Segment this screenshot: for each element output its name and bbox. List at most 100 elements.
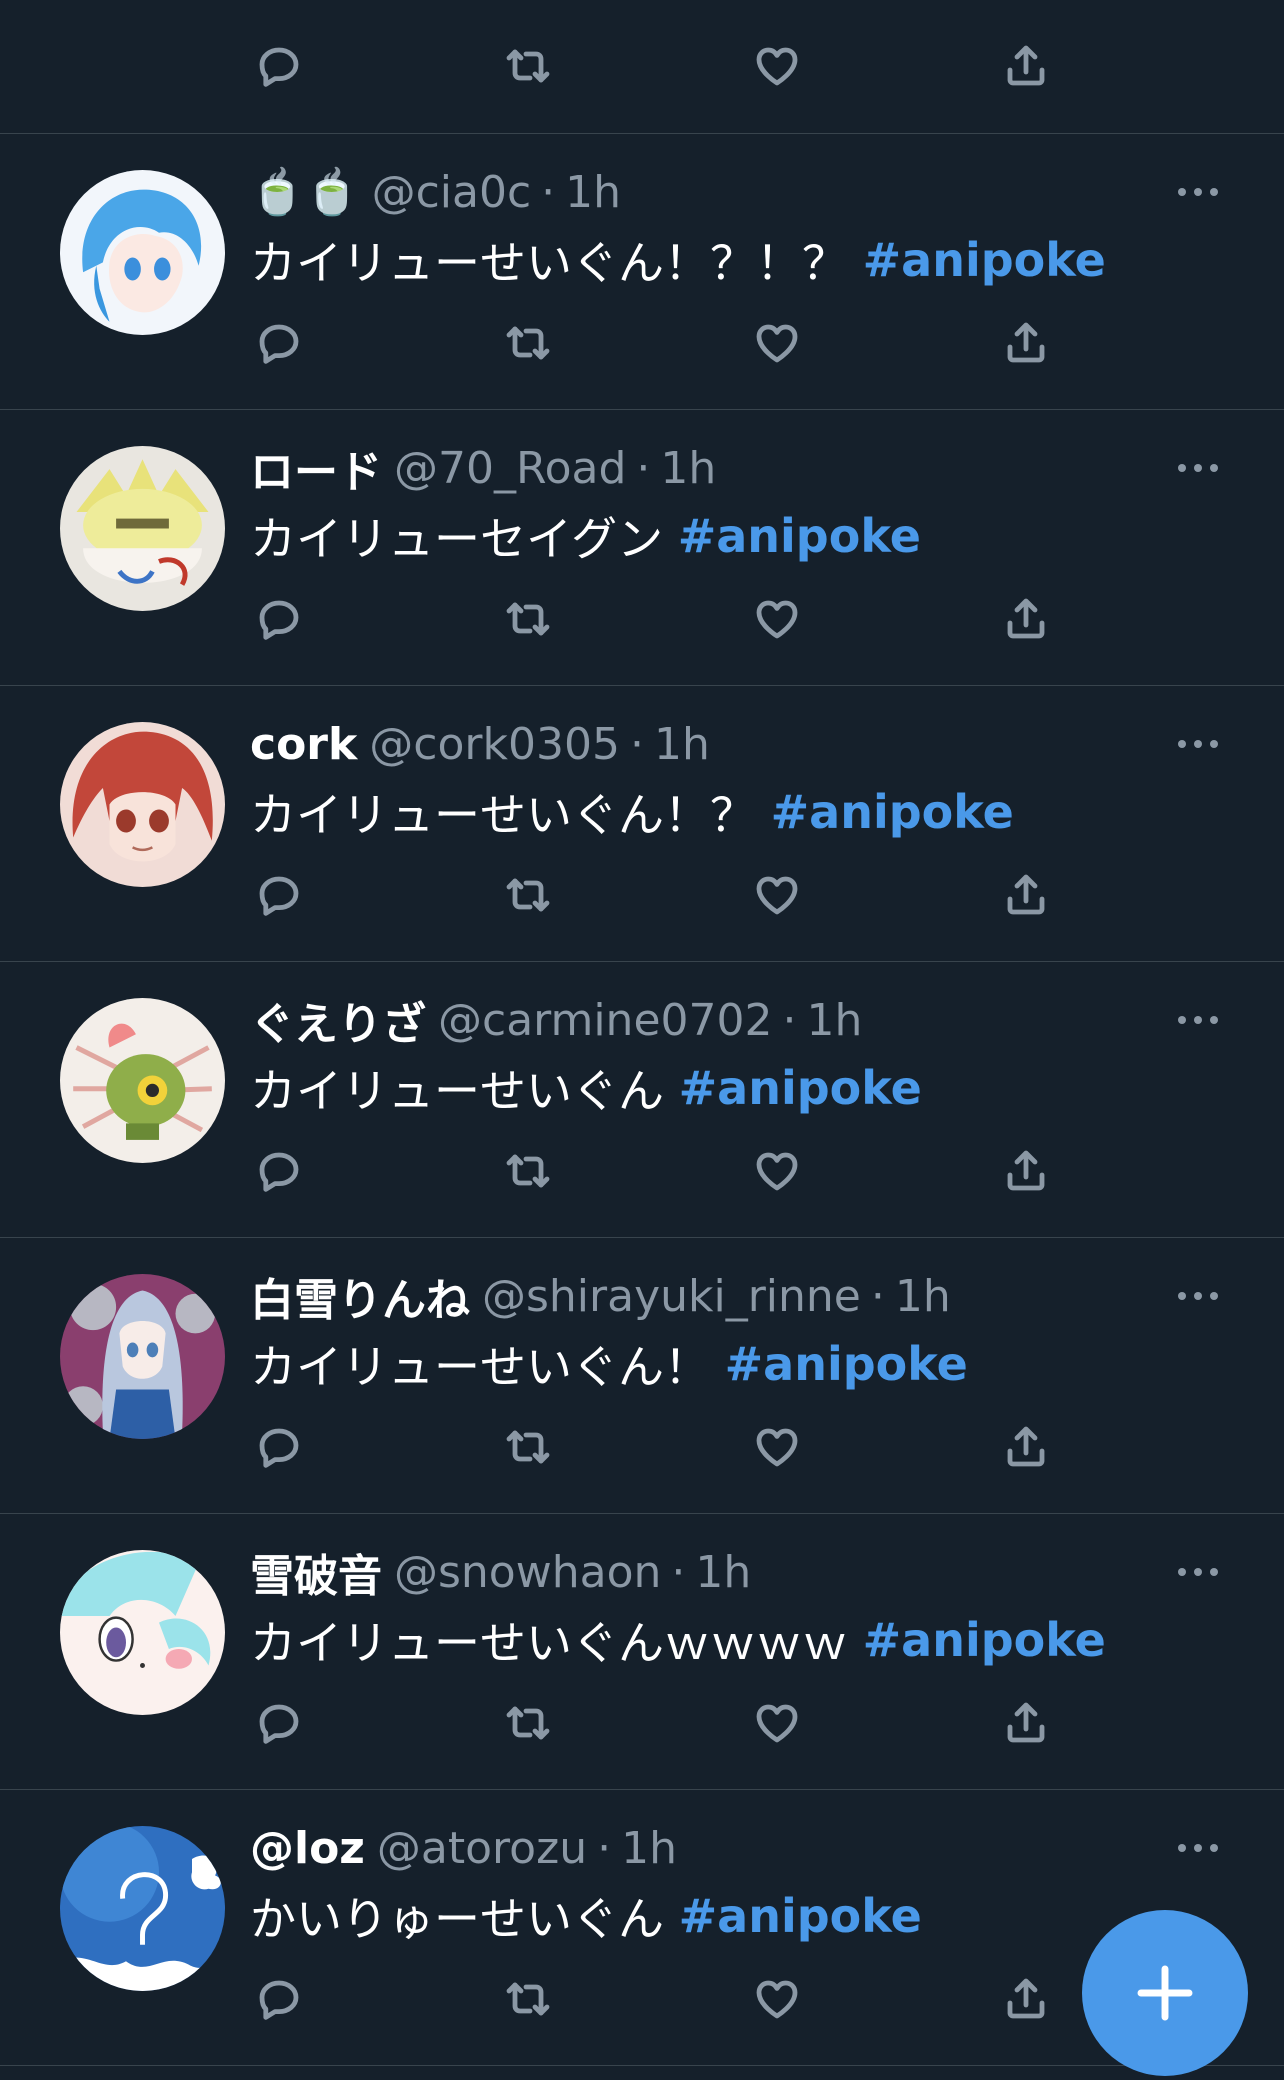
avatar[interactable]	[60, 1550, 225, 1715]
separator-dot: ·	[636, 442, 651, 494]
avatar[interactable]	[60, 446, 225, 611]
timestamp[interactable]: 1h	[895, 1271, 951, 1322]
avatar-image	[60, 998, 225, 1163]
display-name[interactable]: cork	[250, 719, 357, 770]
timestamp[interactable]: 1h	[695, 1547, 751, 1598]
avatar[interactable]	[60, 1826, 225, 1991]
user-handle[interactable]: @atorozu	[377, 1823, 587, 1874]
more-icon	[1178, 1016, 1218, 1024]
display-name[interactable]: ロード	[250, 436, 382, 500]
avatar[interactable]	[60, 170, 225, 335]
compose-tweet-button[interactable]	[1082, 1910, 1248, 2076]
tweet[interactable]: ロード @70_Road · 1h カイリューセイグン #anipoke	[0, 410, 1284, 686]
timestamp[interactable]: 1h	[621, 1823, 677, 1874]
more-options-button[interactable]	[1170, 724, 1226, 764]
tweet[interactable]: 🍵🍵 @cia0c · 1h カイリューせいぐん！？！？ #anipoke	[0, 134, 1284, 410]
retweet-button[interactable]	[500, 1971, 556, 2027]
retweet-button[interactable]	[500, 1143, 556, 1199]
more-options-button[interactable]	[1170, 1552, 1226, 1592]
like-button[interactable]	[749, 591, 805, 647]
share-button[interactable]	[998, 38, 1054, 94]
timestamp[interactable]: 1h	[807, 995, 863, 1046]
display-name[interactable]: 白雪りんね	[250, 1264, 470, 1328]
more-options-button[interactable]	[1170, 1000, 1226, 1040]
retweet-button[interactable]	[500, 591, 556, 647]
retweet-icon	[506, 1154, 550, 1188]
hashtag-link[interactable]: #anipoke	[725, 1337, 968, 1391]
avatar[interactable]	[60, 1274, 225, 1439]
hashtag-link[interactable]: #anipoke	[863, 233, 1106, 287]
share-button[interactable]	[998, 591, 1054, 647]
more-options-button[interactable]	[1170, 1828, 1226, 1868]
display-name[interactable]: ぐえりざ	[250, 988, 426, 1052]
like-button[interactable]	[749, 1971, 805, 2027]
share-button[interactable]	[998, 1143, 1054, 1199]
user-handle[interactable]: @70_Road	[394, 443, 626, 494]
tweet-text: カイリューせいぐん！？！？ #anipoke	[250, 228, 1106, 292]
reply-button[interactable]	[251, 1971, 307, 2027]
reply-button[interactable]	[251, 1143, 307, 1199]
timestamp[interactable]: 1h	[660, 443, 716, 494]
more-options-button[interactable]	[1170, 448, 1226, 488]
like-button[interactable]	[749, 315, 805, 371]
avatar-image	[60, 1274, 225, 1439]
separator-dot: ·	[597, 1822, 612, 1874]
heart-icon	[756, 1980, 798, 2019]
reply-button[interactable]	[251, 1419, 307, 1475]
hashtag-link[interactable]: #anipoke	[771, 785, 1014, 839]
user-handle[interactable]: @carmine0702	[438, 995, 773, 1046]
hashtag-link[interactable]: #anipoke	[679, 1061, 922, 1115]
retweet-button[interactable]	[500, 867, 556, 923]
retweet-button[interactable]	[500, 1419, 556, 1475]
share-button[interactable]	[998, 315, 1054, 371]
retweet-button[interactable]	[500, 315, 556, 371]
like-button[interactable]	[749, 38, 805, 94]
reply-icon	[259, 324, 299, 364]
user-handle[interactable]: @snowhaon	[394, 1547, 661, 1598]
heart-icon	[756, 1152, 798, 1191]
reply-button[interactable]	[251, 867, 307, 923]
heart-icon	[756, 1428, 798, 1467]
reply-button[interactable]	[251, 591, 307, 647]
reply-button[interactable]	[251, 38, 307, 94]
more-options-button[interactable]	[1170, 172, 1226, 212]
more-options-button[interactable]	[1170, 1276, 1226, 1316]
display-name[interactable]: @loz	[250, 1823, 365, 1874]
user-handle[interactable]: @cork0305	[369, 719, 620, 770]
avatar[interactable]	[60, 722, 225, 887]
tweet-text: カイリューせいぐん！ #anipoke	[250, 1332, 968, 1396]
separator-dot: ·	[870, 1270, 885, 1322]
display-name[interactable]: 🍵🍵	[250, 166, 360, 218]
hashtag-link[interactable]: #anipoke	[678, 509, 921, 563]
tweet-header: cork @cork0305 · 1h	[250, 714, 710, 774]
retweet-button[interactable]	[500, 1695, 556, 1751]
tweet-header: 🍵🍵 @cia0c · 1h	[250, 162, 621, 222]
like-button[interactable]	[749, 867, 805, 923]
user-handle[interactable]: @cia0c	[372, 167, 532, 218]
separator-dot: ·	[671, 1546, 686, 1598]
share-button[interactable]	[998, 1971, 1054, 2027]
tweet[interactable]: 白雪りんね @shirayuki_rinne · 1h カイリューせいぐん！ #…	[0, 1238, 1284, 1514]
reply-button[interactable]	[251, 315, 307, 371]
like-button[interactable]	[749, 1419, 805, 1475]
tweet[interactable]: ぐえりざ @carmine0702 · 1h カイリューせいぐん #anipok…	[0, 962, 1284, 1238]
share-button[interactable]	[998, 867, 1054, 923]
timestamp[interactable]: 1h	[654, 719, 710, 770]
retweet-button[interactable]	[500, 38, 556, 94]
like-button[interactable]	[749, 1695, 805, 1751]
user-handle[interactable]: @shirayuki_rinne	[482, 1271, 861, 1322]
share-button[interactable]	[998, 1695, 1054, 1751]
hashtag-link[interactable]: #anipoke	[863, 1613, 1106, 1667]
share-button[interactable]	[998, 1419, 1054, 1475]
reply-button[interactable]	[251, 1695, 307, 1751]
display-name[interactable]: 雪破音	[250, 1540, 382, 1604]
avatar[interactable]	[60, 998, 225, 1163]
plus-icon	[1137, 1965, 1193, 2021]
like-button[interactable]	[749, 1143, 805, 1199]
tweet-text: カイリューせいぐん！？ #anipoke	[250, 780, 1014, 844]
tweet[interactable]: cork @cork0305 · 1h カイリューせいぐん！？ #anipoke	[0, 686, 1284, 962]
tweet[interactable]: 雪破音 @snowhaon · 1h カイリューせいぐんｗｗｗｗ #anipok…	[0, 1514, 1284, 1790]
hashtag-link[interactable]: #anipoke	[679, 1889, 922, 1943]
timestamp[interactable]: 1h	[565, 167, 621, 218]
tweet-text: カイリューせいぐんｗｗｗｗ #anipoke	[250, 1608, 1106, 1672]
